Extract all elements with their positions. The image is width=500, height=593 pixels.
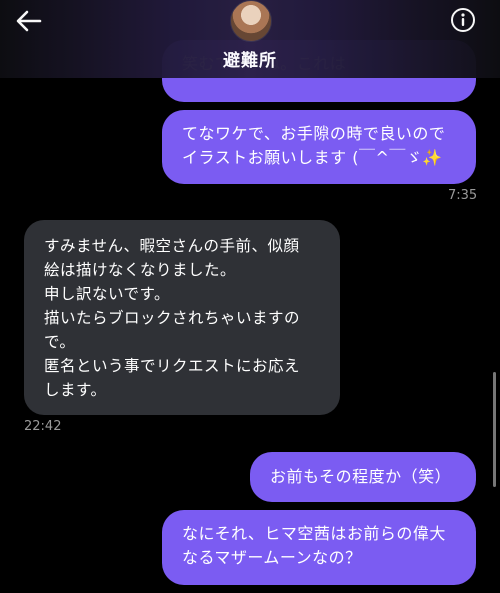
message-bubble-sent[interactable]: お前もその程度か（笑） — [250, 452, 476, 502]
info-circle-icon[interactable] — [450, 7, 476, 33]
scrollbar[interactable] — [493, 372, 496, 487]
chat-view: 笑むてますね。これは てなワケで、お手隙の時で良いので イラストお願いします (… — [0, 0, 500, 593]
message-bubble-sent[interactable]: てなワケで、お手隙の時で良いので イラストお願いします (￣^￣ゞ✨ — [162, 110, 476, 184]
message-timestamp: 22:42 — [24, 419, 62, 434]
message-timestamp: 7:35 — [448, 188, 478, 203]
message-bubble-received[interactable]: すみません、暇空さんの手前、似顔 絵は描けなくなりました。 申し訳ないです。 描… — [24, 220, 340, 415]
chat-header: 避難所 — [0, 0, 500, 78]
arrow-left-icon[interactable] — [14, 6, 44, 36]
message-bubble-sent[interactable]: なにそれ、ヒマ空茜はお前らの偉大 なるマザームーンなの？ — [162, 510, 476, 585]
chat-title: 避難所 — [223, 51, 277, 71]
avatar[interactable] — [230, 0, 272, 42]
